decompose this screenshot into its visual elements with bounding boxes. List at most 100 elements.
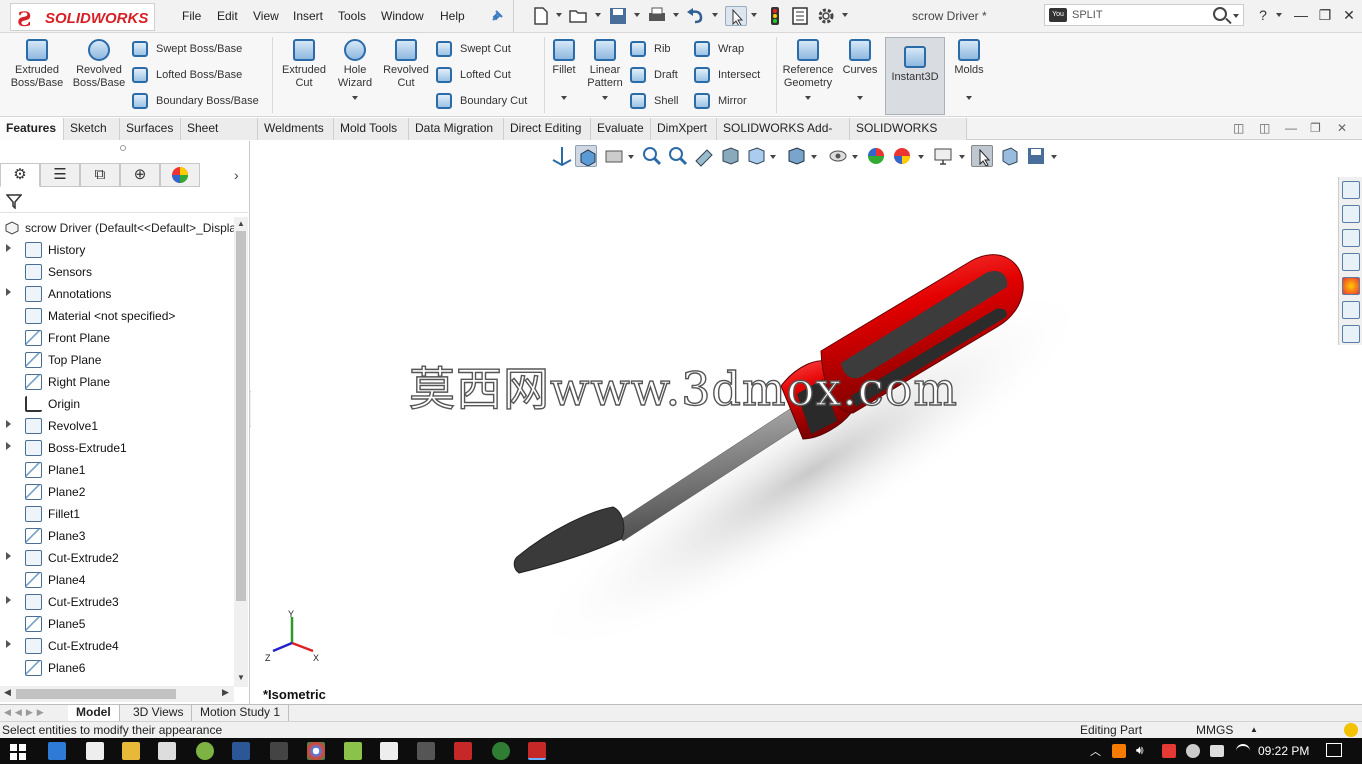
calculator-icon[interactable] [86,742,104,760]
app-green-icon[interactable] [344,742,362,760]
chevron-down-icon[interactable] [673,13,679,17]
tab-evaluate[interactable]: Evaluate [591,118,651,140]
revolved-cut-button[interactable]: Revolved Cut [380,39,432,90]
chevron-down-icon[interactable] [595,13,601,17]
screwdriver-model[interactable] [251,141,1362,704]
windows-start-icon[interactable] [10,744,26,760]
solidworks-2016-icon[interactable] [454,742,472,760]
undo-icon[interactable] [685,6,707,26]
tab-solidworks-mbd[interactable]: SOLIDWORKS MBD [850,118,967,156]
tab-features[interactable]: Features [0,118,64,140]
tree-root-part[interactable]: scrow Driver (Default<<Default>_Displa [0,217,236,239]
graphics-area[interactable]: 莫西网www.3dmox.com Y X Z *Isometric [251,141,1362,704]
app-icon[interactable] [196,742,214,760]
expand-arrow-icon[interactable] [6,552,11,560]
curves-button[interactable]: Curves [840,39,880,100]
extruded-boss-button[interactable]: Extruded Boss/Base [8,39,66,90]
expand-arrow-icon[interactable] [6,640,11,648]
panel-grip-icon[interactable] [120,145,126,151]
search-icon[interactable] [1213,7,1227,21]
pin-icon[interactable] [489,8,505,24]
search-input[interactable]: SPLIT [1072,9,1103,21]
feature-manager-tab-icon[interactable]: ⚙ [0,163,40,187]
tab-sketch[interactable]: Sketch [64,118,120,140]
minimize-button[interactable]: — [1290,5,1312,25]
restore-button[interactable]: ❐ [1314,5,1336,25]
lofted-boss-button[interactable]: Lofted Boss/Base [132,67,242,83]
expand-arrow-icon[interactable] [6,442,11,450]
swept-cut-button[interactable]: Swept Cut [436,41,511,57]
tree-item[interactable]: Plane4 [0,569,234,591]
app-x-icon[interactable] [270,742,288,760]
tab-sheet-metal[interactable]: Sheet Metal [181,118,258,156]
scrollbar-thumb[interactable] [236,231,246,601]
tab-mold-tools[interactable]: Mold Tools [334,118,409,140]
chevron-down-icon[interactable] [1233,14,1239,18]
instant3d-button[interactable]: Instant3D [885,37,945,115]
appearances-icon[interactable] [1342,277,1360,295]
menu-help[interactable]: Help [440,9,465,23]
chrome-icon[interactable] [307,742,325,760]
doc-close-button[interactable]: ✕ [1337,121,1347,135]
chevron-down-icon[interactable] [561,96,567,100]
tree-item[interactable]: Revolve1 [0,415,234,437]
chevron-up-icon[interactable]: ︿ [1090,743,1101,759]
scroll-up-icon[interactable]: ▲ [237,219,245,228]
file-explorer-icon[interactable] [122,742,140,760]
tray-globe-icon[interactable] [1186,744,1200,758]
expand-arrow-icon[interactable] [6,596,11,604]
new-document-icon[interactable] [531,6,553,26]
tab-3d-views[interactable]: 3D Views [125,705,193,721]
tree-item[interactable]: Sensors [0,261,234,283]
doc-minimize-button[interactable]: — [1285,121,1297,135]
tree-filter[interactable] [0,189,248,213]
chevron-down-icon[interactable] [352,96,358,100]
chevron-down-icon[interactable] [751,13,757,17]
help-question-icon[interactable]: ? [1252,5,1274,25]
close-button[interactable]: ✕ [1338,5,1360,25]
menu-tools[interactable]: Tools [338,9,366,23]
tab-direct-editing[interactable]: Direct Editing [504,118,591,140]
revolved-boss-button[interactable]: Revolved Boss/Base [70,39,128,90]
chevron-right-icon[interactable]: › [234,167,239,183]
chevron-down-icon[interactable] [857,96,863,100]
tree-vertical-scrollbar[interactable]: ▲ ▼ [234,217,248,687]
search-box[interactable]: You SPLIT [1044,4,1244,26]
expand-arrow-icon[interactable] [6,420,11,428]
custom-properties-icon[interactable] [1342,301,1360,319]
solidworks-logo[interactable]: Ƨ SOLIDWORKS [10,3,155,31]
draft-button[interactable]: Draft [630,67,678,83]
open-folder-icon[interactable] [568,6,590,26]
tray-red-icon[interactable] [1162,744,1176,758]
chevron-down-icon[interactable] [966,96,972,100]
tree-item[interactable]: Cut-Extrude2 [0,547,234,569]
store-icon[interactable] [158,742,176,760]
tile-left-icon[interactable]: ◫ [1233,121,1244,135]
tab-scroll-arrows-icon[interactable]: ◀◀▶▶ [4,707,48,718]
volume-icon[interactable]: 🔊︎ [1136,743,1144,758]
options-gear-icon[interactable] [816,6,838,26]
mirror-button[interactable]: Mirror [694,93,747,109]
tree-item[interactable]: Cut-Extrude3 [0,591,234,613]
tab-surfaces[interactable]: Surfaces [120,118,181,140]
scroll-down-icon[interactable]: ▼ [237,673,245,682]
battery-icon[interactable] [1210,745,1224,757]
dimxpert-manager-tab-icon[interactable]: ⊕ [120,163,160,187]
notification-center-icon[interactable] [1326,743,1342,757]
tree-item[interactable]: Annotations [0,283,234,305]
chevron-up-icon[interactable]: ▲ [1250,725,1258,734]
menu-window[interactable]: Window [381,9,424,23]
scroll-left-icon[interactable]: ◀ [4,687,11,698]
chevron-down-icon[interactable] [805,96,811,100]
home-icon[interactable] [1342,181,1360,199]
print-icon[interactable] [646,6,668,26]
view-palette-icon[interactable] [1342,253,1360,271]
molds-button[interactable]: Molds [950,39,988,100]
chevron-down-icon[interactable] [634,13,640,17]
tree-item[interactable]: Cut-Extrude4 [0,635,234,657]
tab-data-migration[interactable]: Data Migration [409,118,504,140]
doc-restore-button[interactable]: ❐ [1310,121,1321,135]
forum-icon[interactable] [1342,325,1360,343]
tray-app-icon[interactable] [1112,744,1126,758]
extruded-cut-button[interactable]: Extruded Cut [278,39,330,90]
